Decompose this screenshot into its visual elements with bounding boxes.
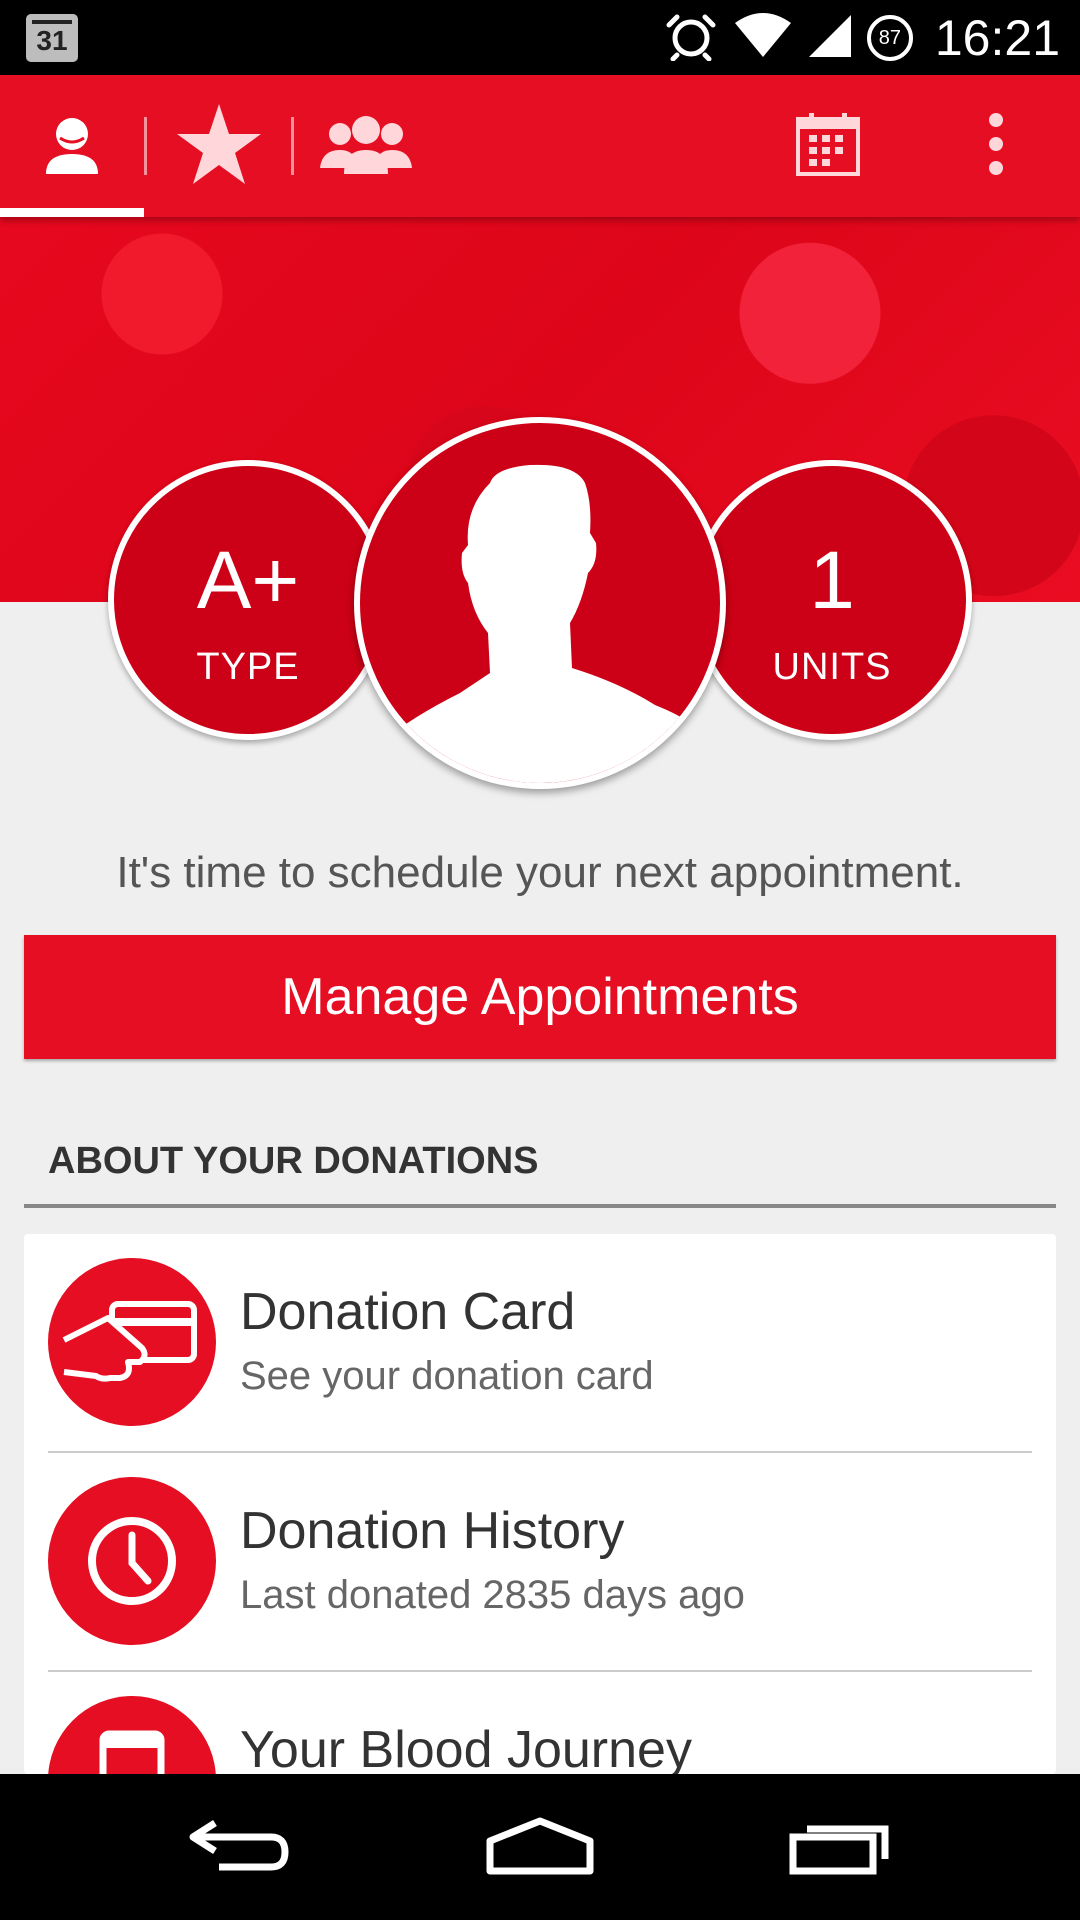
status-time: 16:21: [934, 10, 1060, 66]
navigation-bar: [0, 1774, 1080, 1920]
card-hand-icon: [48, 1258, 216, 1426]
blood-journey-title: Your Blood Journey: [240, 1721, 692, 1774]
home-icon: [484, 1815, 596, 1880]
person-icon: [40, 112, 104, 181]
clock-icon: [48, 1477, 216, 1645]
overflow-menu-icon: [986, 112, 1006, 181]
group-icon: [318, 112, 414, 181]
blood-type-value: A+: [196, 535, 300, 626]
donation-card-title: Donation Card: [240, 1283, 576, 1341]
active-tab-indicator: [0, 208, 144, 217]
back-icon: [185, 1815, 295, 1880]
wifi-icon: [733, 12, 793, 64]
blood-type-circle: A+ TYPE: [108, 460, 388, 740]
back-button[interactable]: [140, 1774, 340, 1920]
blood-type-label: TYPE: [196, 646, 300, 688]
calendar-button[interactable]: [778, 75, 878, 217]
units-circle: 1 UNITS: [692, 460, 972, 740]
schedule-prompt: It's time to schedule your next appointm…: [116, 848, 964, 897]
recents-button[interactable]: [740, 1774, 940, 1920]
status-bar: 31 87 16:21: [0, 0, 1080, 75]
list-item-donation-history[interactable]: Donation History Last donated 2835 days …: [24, 1453, 1056, 1671]
units-label: UNITS: [772, 646, 892, 688]
home-button[interactable]: [440, 1774, 640, 1920]
section-divider: [24, 1204, 1056, 1208]
phone-icon: [48, 1696, 216, 1774]
signal-icon: [807, 13, 853, 64]
star-icon: [175, 102, 263, 191]
tab-community[interactable]: [294, 75, 438, 217]
donation-history-subtitle: Last donated 2835 days ago: [240, 1573, 745, 1617]
app-bar: [0, 75, 1080, 217]
tab-rewards[interactable]: [147, 75, 291, 217]
donation-card-subtitle: See your donation card: [240, 1354, 654, 1398]
recents-icon: [787, 1815, 893, 1880]
donations-list: Donation Card See your donation card Don…: [24, 1234, 1056, 1774]
alarm-icon: [663, 11, 719, 66]
manage-appointments-button[interactable]: Manage Appointments: [24, 935, 1056, 1059]
overflow-menu-button[interactable]: [946, 75, 1046, 217]
calendar-icon: [795, 111, 861, 182]
battery-icon: 87: [866, 15, 913, 61]
section-title: ABOUT YOUR DONATIONS: [48, 1140, 539, 1182]
list-item-blood-journey[interactable]: Your Blood Journey: [24, 1672, 1056, 1774]
status-icons: 87 16:21: [663, 10, 1060, 66]
calendar-notification-icon: 31: [26, 14, 78, 62]
tab-profile[interactable]: [0, 75, 144, 217]
units-value: 1: [809, 535, 855, 626]
list-item-donation-card[interactable]: Donation Card See your donation card: [24, 1234, 1056, 1452]
avatar[interactable]: [354, 417, 726, 789]
donation-history-title: Donation History: [240, 1502, 625, 1560]
